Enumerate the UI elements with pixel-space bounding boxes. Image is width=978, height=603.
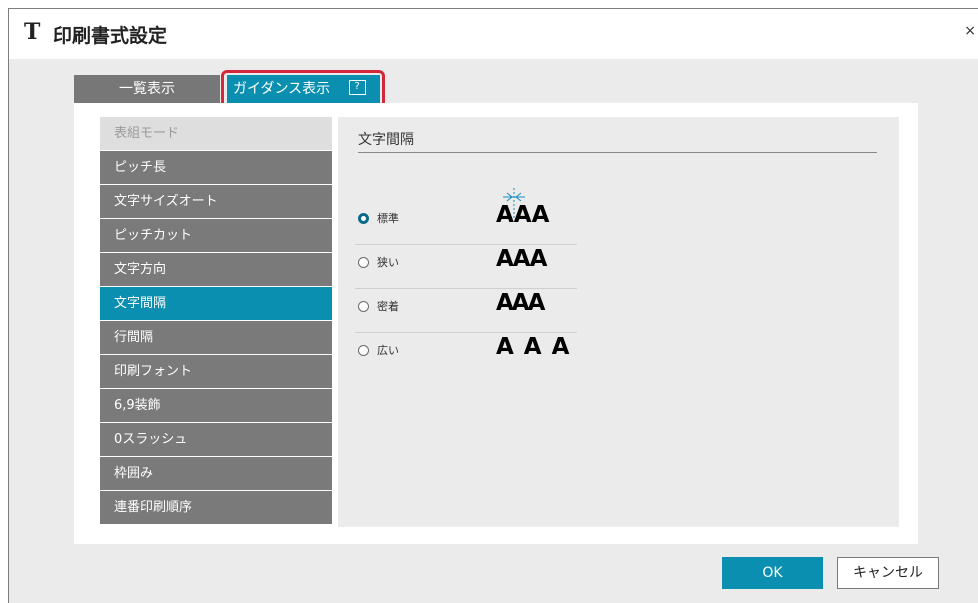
tab-guidance-view[interactable]: ガイダンス表示 ?: [227, 75, 380, 103]
radio-narrow[interactable]: [358, 257, 369, 268]
sidebar-item-auto-font-size[interactable]: 文字サイズオート: [100, 185, 332, 219]
radio-wide[interactable]: [358, 345, 369, 356]
section-title: 文字間隔: [358, 132, 414, 148]
text-format-icon: T: [24, 19, 41, 45]
sample-wide: A A A: [496, 334, 571, 360]
radio-tight[interactable]: [358, 301, 369, 312]
option-standard[interactable]: 標準 AAA: [355, 188, 577, 245]
option-standard-label: 標準: [377, 212, 399, 225]
tab-guidance-view-label: ガイダンス表示: [233, 81, 331, 97]
sidebar-item-pitch-length[interactable]: ピッチ長: [100, 151, 332, 185]
option-wide[interactable]: 広い A A A: [355, 332, 577, 376]
sidebar-item-line-spacing[interactable]: 行間隔: [100, 321, 332, 355]
option-tight-label: 密着: [377, 300, 399, 313]
sidebar-item-print-font[interactable]: 印刷フォント: [100, 355, 332, 389]
help-icon[interactable]: ?: [348, 79, 366, 95]
option-wide-label: 広い: [377, 344, 399, 357]
sidebar-item-char-spacing[interactable]: 文字間隔: [100, 287, 332, 321]
sidebar-item-serial-print-order[interactable]: 連番印刷順序: [100, 491, 332, 525]
option-narrow[interactable]: 狭い AAA: [355, 244, 577, 289]
sidebar-item-frame[interactable]: 枠囲み: [100, 457, 332, 491]
sidebar-item-pitch-cut[interactable]: ピッチカット: [100, 219, 332, 253]
section-divider: [358, 152, 877, 153]
sidebar-item-text-direction[interactable]: 文字方向: [100, 253, 332, 287]
cancel-button[interactable]: キャンセル: [837, 557, 939, 589]
option-narrow-label: 狭い: [377, 256, 399, 269]
char-spacing-panel: 文字間隔 標準 AAA 狭い AAA 密着 AAA 広い A A A: [338, 117, 899, 527]
sample-narrow: AAA: [496, 246, 547, 272]
dialog-title: 印刷書式設定: [53, 25, 168, 47]
tab-list-view-label: 一覧表示: [119, 81, 175, 97]
tab-list-view[interactable]: 一覧表示: [74, 75, 220, 103]
sidebar-item-table-mode: 表組モード: [100, 117, 332, 151]
sidebar-item-zero-slash[interactable]: 0スラッシュ: [100, 423, 332, 457]
settings-sidebar: 表組モード ピッチ長 文字サイズオート ピッチカット 文字方向 文字間隔 行間隔…: [100, 117, 332, 525]
radio-standard[interactable]: [358, 213, 369, 224]
title-bar: T 印刷書式設定 ×: [9, 9, 978, 59]
sample-tight: AAA: [496, 290, 545, 316]
close-icon[interactable]: ×: [964, 23, 976, 39]
sample-standard: AAA: [496, 202, 550, 228]
ok-button[interactable]: OK: [722, 557, 823, 589]
sidebar-item-69-decoration[interactable]: 6,9装飾: [100, 389, 332, 423]
option-tight[interactable]: 密着 AAA: [355, 288, 577, 333]
